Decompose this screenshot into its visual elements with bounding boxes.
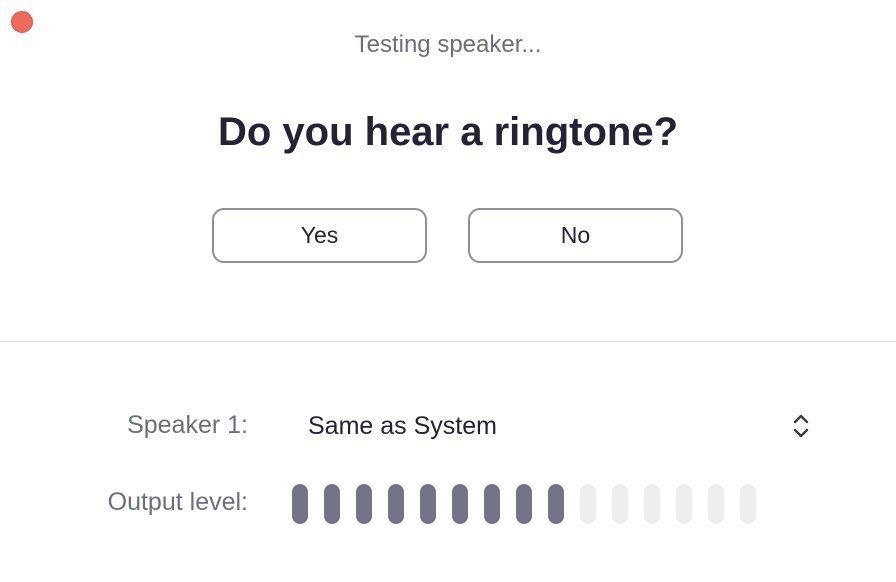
output-level-bar	[356, 484, 372, 524]
output-level-bar	[324, 484, 340, 524]
output-level-bar	[516, 484, 532, 524]
no-button[interactable]: No	[468, 208, 683, 263]
output-level-bar	[292, 484, 308, 524]
speaker-label: Speaker 1:	[127, 411, 248, 439]
question-heading: Do you hear a ringtone?	[217, 110, 679, 154]
output-level-bar	[452, 484, 468, 524]
output-level-bar	[676, 484, 692, 524]
output-level-bar	[740, 484, 756, 524]
yes-button[interactable]: Yes	[212, 208, 427, 263]
speaker-select-value: Same as System	[308, 411, 497, 440]
output-level-bar	[420, 484, 436, 524]
output-level-bar	[548, 484, 564, 524]
output-level-bar	[612, 484, 628, 524]
status-text: Testing speaker...	[354, 31, 542, 58]
speaker-test-window: Testing speaker... Do you hear a rington…	[0, 0, 896, 582]
output-level-bar	[388, 484, 404, 524]
output-level-bar	[484, 484, 500, 524]
output-level-bar	[580, 484, 596, 524]
section-divider	[0, 341, 896, 342]
output-level-bar	[644, 484, 660, 524]
close-icon[interactable]	[11, 11, 33, 33]
up-down-chevron-icon	[793, 414, 809, 438]
output-level-label: Output level:	[107, 488, 248, 516]
output-level-bar	[708, 484, 724, 524]
speaker-select[interactable]: Same as System	[296, 400, 816, 452]
